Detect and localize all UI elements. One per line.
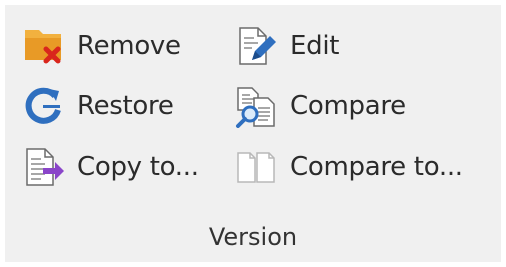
restore-icon [21, 82, 77, 130]
copy-to-icon [21, 143, 77, 191]
edit-label: Edit [290, 31, 340, 61]
remove-button[interactable]: Remove [21, 22, 181, 70]
compare-button[interactable]: Compare [234, 82, 406, 130]
restore-label: Restore [77, 91, 174, 121]
restore-button[interactable]: Restore [21, 82, 174, 130]
compare-to-icon [234, 143, 290, 191]
compare-icon [234, 82, 290, 130]
remove-version-icon [21, 22, 77, 70]
copy-to-label: Copy to... [77, 152, 199, 182]
compare-label: Compare [290, 91, 406, 121]
remove-label: Remove [77, 31, 181, 61]
version-ribbon-group: Remove Restore Copy to... Edit Compare C… [5, 5, 501, 262]
group-label: Version [208, 223, 298, 251]
edit-icon [234, 22, 290, 70]
copy-to-button[interactable]: Copy to... [21, 143, 199, 191]
compare-to-button[interactable]: Compare to... [234, 143, 463, 191]
edit-button[interactable]: Edit [234, 22, 339, 70]
compare-to-label: Compare to... [290, 152, 463, 182]
